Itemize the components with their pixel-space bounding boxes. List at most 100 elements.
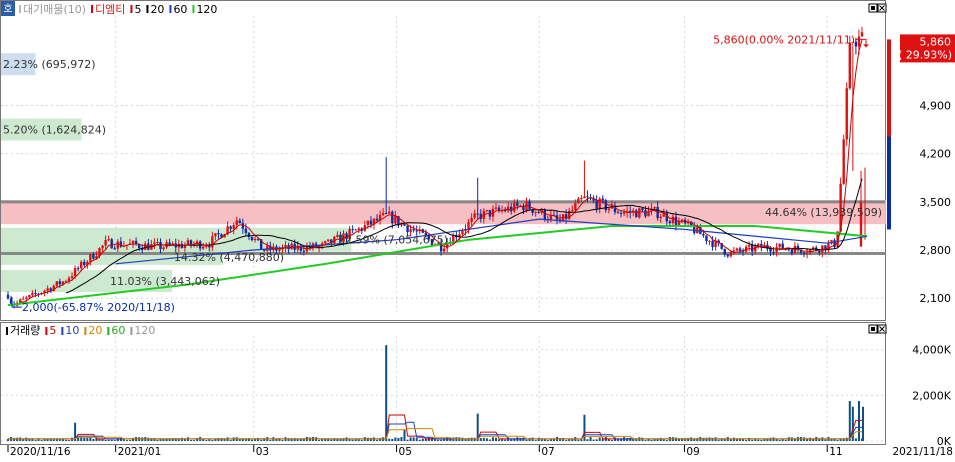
volume-legend-swatch[interactable] [6,327,8,335]
candle-body [253,238,257,241]
volume-bar [406,439,409,441]
volume-bar [687,437,690,441]
volume-bar [357,439,360,441]
volume-axis-label: 4,000K [912,344,951,357]
volume-bar [40,440,43,441]
volume-bar [485,438,488,441]
x-axis-label-last: 2021/11/18 [892,446,953,458]
candle-body [89,254,92,262]
low-annotation: 2,000(-65.87% 2020/11/18) [22,301,175,314]
candle-body [473,213,476,218]
volume-legend-swatch[interactable] [107,327,110,335]
candle-body [641,208,644,211]
candle-body [238,220,241,224]
price-legend-swatch[interactable] [192,5,195,13]
price-legend-swatch[interactable] [19,5,21,13]
volume-bar [275,439,278,441]
candle-body [131,240,135,244]
volume-bar [260,439,263,441]
candle-body [229,226,232,229]
x-axis-label: 09 [686,446,699,458]
volume-bar [330,439,333,441]
candle-body [577,198,580,204]
candle-body [70,276,74,279]
volume-legend-item: 20 [88,324,102,337]
volume-profile-label: 44.64% (13,939,509) [765,206,882,219]
candle-body [388,211,391,214]
candle-body [375,218,379,221]
candle-body [25,297,28,299]
volume-bar [119,437,122,441]
candle-body [537,211,540,213]
candle-body [635,210,638,218]
candle-body [595,200,598,209]
candle-body [31,292,34,296]
candle-body [790,249,794,254]
volume-bar [629,437,632,441]
volume-bar [208,439,211,441]
price-axis-label: 4,200 [920,148,952,161]
volume-bar [107,439,110,441]
price-legend-swatch[interactable] [146,5,149,13]
volume-bar [360,439,363,441]
price-axis-label: 2,800 [920,244,952,257]
volume-bar [495,437,497,441]
price-legend-swatch[interactable] [130,5,133,13]
volume-legend-swatch[interactable] [130,327,133,335]
candle-body [607,208,611,211]
candle-body [586,196,589,198]
volume-bar [757,439,760,441]
volume-bar [479,438,482,441]
candle-body [168,242,171,245]
price-legend-swatch[interactable] [169,5,172,13]
volume-legend-item: 60 [111,324,125,337]
volume-panel [0,322,886,445]
volume-bar [592,439,595,441]
volume-bar [650,439,653,441]
volume-bar [482,437,485,441]
volume-legend-item: 5 [49,324,56,337]
volume-bar [525,439,528,441]
volume-bar [52,439,55,441]
candle-body [860,32,864,37]
volume-bar [415,438,418,441]
volume-bar [89,437,92,441]
candle-body [92,254,95,259]
home-icon-label: 호 [3,3,12,15]
volume-bar [565,439,568,441]
volume-legend-swatch[interactable] [61,327,64,335]
candle-body [442,248,446,252]
volume-bar [400,437,403,441]
volume-legend-swatch[interactable] [84,327,87,335]
candle-body [357,228,360,230]
restore-icon-inner [871,6,875,10]
candle-body [22,298,25,300]
candle-body [83,261,86,266]
volume-bar [385,345,388,441]
volume-bar [86,437,89,441]
candle-body [247,233,251,237]
candle-body [467,221,470,230]
candle-body [802,252,806,254]
volume-profile-label: 22.59% (7,054,675) [338,234,448,247]
volume-bar [351,439,354,441]
price-legend-swatch[interactable] [91,5,94,13]
candle-body [73,268,77,277]
candle-body [101,245,104,248]
volume-bar [745,439,748,441]
volume-bar [580,439,583,441]
candle-body [854,41,858,47]
current-price-text: 5,860 [920,35,952,48]
volume-legend-swatch[interactable] [45,327,48,335]
price-axis-label: 3,500 [920,196,952,209]
candle-body [735,248,739,251]
candle-body [723,248,726,255]
volume-bar [806,439,809,441]
volume-bar [862,406,864,441]
candle-body [644,210,647,217]
volume-bar [269,440,272,441]
high-annotation: 5,860(0.00% 2021/11/11) [713,33,855,46]
candle-body [842,139,845,184]
volume-bar [818,439,821,441]
candle-body [104,239,107,246]
